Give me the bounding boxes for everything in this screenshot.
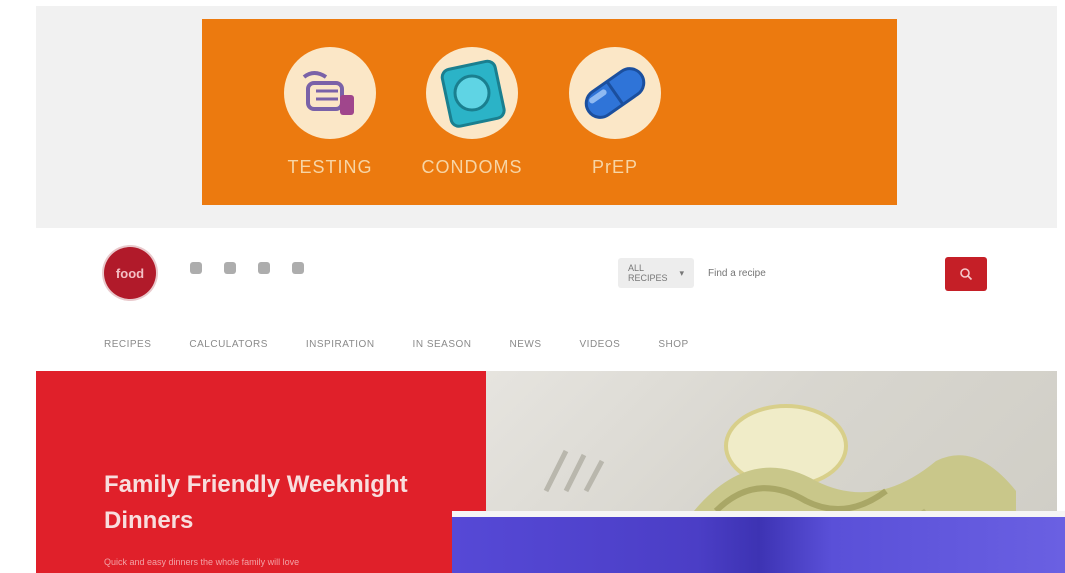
search-icon <box>960 268 973 281</box>
ad-item-label: CONDOMS <box>421 157 523 177</box>
video-overlay[interactable] <box>452 511 1065 573</box>
hero-subtitle: Quick and easy dinners the whole family … <box>104 557 300 567</box>
nav-item-calculators[interactable]: CALCULATORS <box>189 339 267 350</box>
search-button[interactable] <box>945 257 987 291</box>
facebook-icon[interactable] <box>190 262 202 274</box>
nav-item-videos[interactable]: VIDEOS <box>580 339 621 350</box>
nav-item-in-season[interactable]: IN SEASON <box>413 339 472 350</box>
hero-title: Family Friendly Weeknight Dinners <box>104 471 408 534</box>
ad-banner[interactable]: TESTING CONDOMS PrEP <box>202 19 897 205</box>
condom-icon <box>426 47 518 139</box>
social-links <box>190 262 304 274</box>
ad-item-label: PrEP <box>591 157 638 177</box>
ad-item-label: TESTING <box>287 157 373 177</box>
main-nav: RECIPES CALCULATORS INSPIRATION IN SEASO… <box>104 339 689 350</box>
ad-item-prep[interactable]: PrEP <box>535 47 695 178</box>
search-bar: ALL RECIPES ▾ <box>618 257 910 289</box>
brand-logo[interactable]: food <box>104 247 156 299</box>
ad-item-testing[interactable]: TESTING <box>250 47 410 178</box>
logo-text: food <box>115 265 145 281</box>
testing-icon <box>284 47 376 139</box>
pinterest-icon[interactable] <box>224 262 236 274</box>
chevron-down-icon: ▾ <box>679 267 684 278</box>
nav-item-shop[interactable]: SHOP <box>658 339 688 350</box>
instagram-icon[interactable] <box>292 262 304 274</box>
search-category-select[interactable]: ALL RECIPES ▾ <box>618 258 694 288</box>
ad-item-condoms[interactable]: CONDOMS <box>392 47 552 178</box>
hero-panel[interactable]: Family Friendly Weeknight Dinners Quick … <box>36 371 486 573</box>
nav-item-inspiration[interactable]: INSPIRATION <box>306 339 375 350</box>
nav-item-recipes[interactable]: RECIPES <box>104 339 151 350</box>
nav-item-news[interactable]: NEWS <box>510 339 542 350</box>
twitter-icon[interactable] <box>258 262 270 274</box>
pill-icon <box>569 47 661 139</box>
search-category-label: ALL RECIPES <box>628 263 668 283</box>
search-input[interactable] <box>694 257 910 289</box>
